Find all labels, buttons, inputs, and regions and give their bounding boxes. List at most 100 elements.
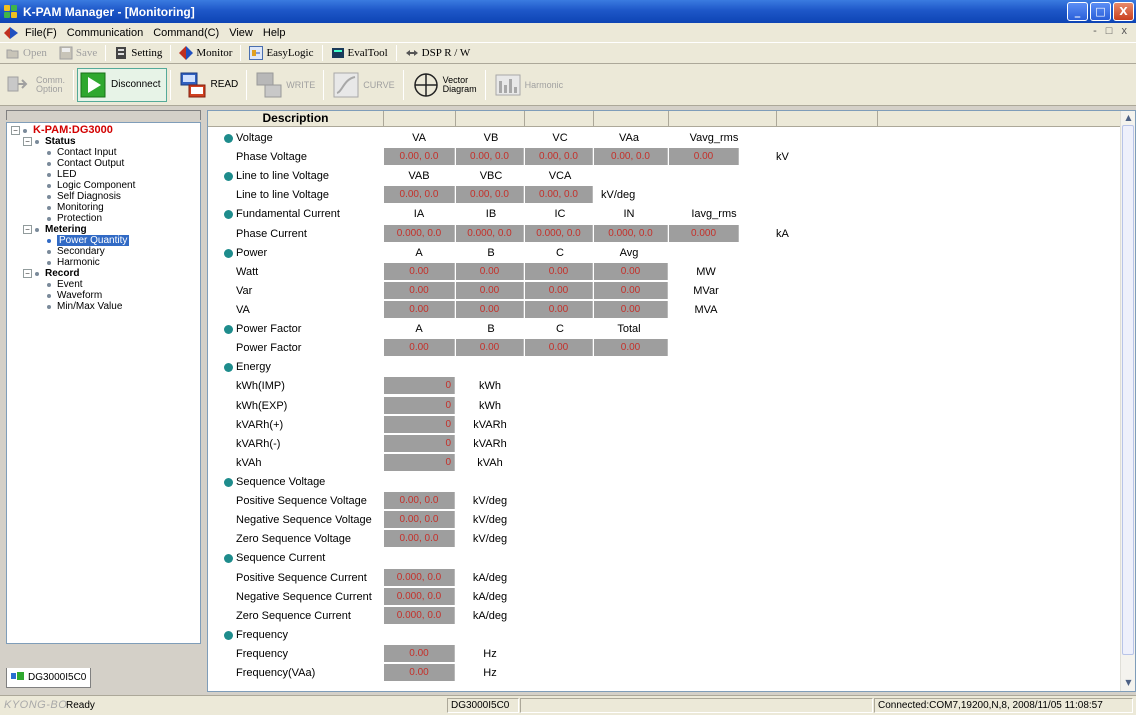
tree-item-led[interactable]: LED — [7, 169, 200, 180]
column-header[interactable] — [456, 111, 525, 127]
value-cell: 0.00 — [456, 339, 524, 357]
column-label: VAB — [408, 170, 430, 183]
easylogic-button[interactable]: EasyLogic — [243, 44, 319, 62]
read-button[interactable]: READ — [174, 68, 243, 102]
value-cell: 0 — [384, 415, 455, 433]
disconnect-button[interactable]: Disconnect — [77, 67, 168, 102]
device-tab[interactable]: DG3000I5C0 — [6, 668, 92, 688]
curve-button[interactable]: CURVE — [327, 68, 399, 102]
tree-group-metering[interactable]: − Metering — [7, 224, 200, 235]
column-header[interactable] — [878, 111, 1122, 127]
column-label: IN — [623, 208, 635, 221]
section-header-voltage: Voltage VA VB VC VAa Vavg_rms — [208, 129, 1108, 148]
value-cell: 0.00, 0.0 — [384, 148, 455, 166]
scrollbar-thumb[interactable] — [1122, 125, 1134, 655]
tree-item-secondary[interactable]: Secondary — [7, 246, 200, 257]
vertical-scrollbar[interactable]: ▲ ▼ — [1120, 111, 1135, 691]
save-button[interactable]: Save — [53, 44, 103, 62]
section-bullet-icon — [224, 134, 233, 143]
vector-diagram-button[interactable]: Vector Diagram — [407, 68, 482, 102]
comm-option-button[interactable]: Comm. Option — [0, 68, 70, 102]
close-button[interactable]: X — [1113, 2, 1134, 21]
tree-item-monitoring[interactable]: Monitoring — [7, 202, 200, 213]
toolbar-separator — [395, 45, 397, 61]
column-header[interactable] — [594, 111, 669, 127]
tree-item-contact-input[interactable]: Contact Input — [7, 147, 200, 158]
disconnect-label: Disconnect — [111, 79, 161, 90]
column-label: VB — [483, 132, 499, 144]
column-header-description[interactable]: Description — [208, 111, 384, 127]
section-header-power-factor: Power Factor A B C Total — [208, 320, 1108, 339]
row-frequency-vaa: Frequency(VAa) 0.00 Hz — [208, 664, 1108, 683]
status-ready: Ready — [66, 700, 95, 711]
tree-root[interactable]: − K-PAM:DG3000 — [7, 125, 200, 136]
scroll-down-icon[interactable]: ▼ — [1123, 677, 1134, 688]
title-bar[interactable]: K-PAM Manager - [Monitoring] _ □ X — [0, 0, 1136, 23]
value-cell: 0 — [384, 377, 455, 395]
tree-item-logic-component[interactable]: Logic Component — [7, 180, 200, 191]
menu-communication[interactable]: Communication — [62, 27, 148, 39]
toolbar-separator — [240, 45, 242, 61]
tree-leaf-icon — [47, 260, 51, 265]
tree-leaf-icon — [47, 150, 51, 155]
write-label: WRITE — [286, 79, 316, 90]
column-header[interactable] — [384, 111, 456, 127]
device-tree[interactable]: − K-PAM:DG3000 − Status Contact Input Co… — [6, 122, 201, 644]
tree-item-label: LED — [57, 169, 77, 180]
value-cell: 0.00, 0.0 — [384, 492, 455, 510]
value-cell: 0.00 — [456, 300, 524, 318]
tree-group-label: Metering — [45, 224, 87, 235]
dsp-rw-label: DSP R / W — [421, 47, 471, 59]
tree-group-status[interactable]: − Status — [7, 136, 200, 147]
tree-item-event[interactable]: Event — [7, 279, 200, 290]
mdi-window-controls[interactable]: - □ x — [1093, 25, 1130, 37]
comm-option-label-2: Option — [36, 83, 63, 94]
menu-file[interactable]: File(F) — [20, 27, 62, 39]
easylogic-icon — [249, 46, 264, 60]
menu-command[interactable]: Command(C) — [148, 27, 224, 39]
collapse-icon[interactable]: − — [23, 137, 32, 146]
unit-label: kV — [776, 151, 789, 164]
column-header[interactable] — [777, 111, 878, 127]
tree-item-contact-output[interactable]: Contact Output — [7, 158, 200, 169]
unit-label: kWh — [479, 399, 501, 412]
tree-item-protection[interactable]: Protection — [7, 213, 200, 224]
menu-help[interactable]: Help — [258, 27, 291, 39]
column-header[interactable] — [525, 111, 594, 127]
column-header[interactable] — [669, 111, 777, 127]
collapse-icon[interactable]: − — [23, 225, 32, 234]
open-button[interactable]: Open — [0, 44, 53, 62]
dsp-rw-button[interactable]: DSP R / W — [399, 44, 477, 62]
tree-item-harmonic[interactable]: Harmonic — [7, 257, 200, 268]
tree-group-record[interactable]: − Record — [7, 268, 200, 279]
collapse-icon[interactable]: − — [23, 269, 32, 278]
monitor-button[interactable]: Monitor — [173, 44, 238, 62]
tree-item-power-quantity[interactable]: Power Quantity — [7, 235, 200, 246]
row-phase-current: Phase Current 0.000, 0.0 0.000, 0.0 0.00… — [208, 224, 1108, 244]
tree-item-self-diagnosis[interactable]: Self Diagnosis — [7, 191, 200, 202]
evaltool-button[interactable]: EvalTool — [325, 44, 394, 62]
harmonic-icon — [494, 71, 522, 99]
section-bullet-icon — [224, 172, 233, 182]
column-label: IC — [554, 208, 566, 221]
harmonic-button[interactable]: Harmonic — [489, 68, 569, 102]
unit-label: MW — [696, 265, 716, 278]
comm-option-icon — [5, 71, 33, 99]
document-icon[interactable] — [2, 26, 20, 40]
collapse-icon[interactable]: − — [11, 126, 20, 135]
menu-view[interactable]: View — [224, 27, 258, 39]
tree-item-waveform[interactable]: Waveform — [7, 290, 200, 301]
section-header-line-voltage: Line to line Voltage VAB VBC VCA — [208, 167, 1108, 186]
maximize-button[interactable]: □ — [1090, 2, 1111, 21]
minimize-button[interactable]: _ — [1067, 2, 1088, 21]
read-icon — [179, 71, 207, 99]
row-negative-sequence-current: Negative Sequence Current 0.000, 0.0 kA/… — [208, 587, 1108, 607]
evaltool-label: EvalTool — [347, 47, 388, 59]
setting-button[interactable]: Setting — [108, 44, 168, 62]
tree-item-min-max-value[interactable]: Min/Max Value — [7, 301, 200, 312]
value-cell: 0.000, 0.0 — [525, 224, 593, 242]
write-button[interactable]: WRITE — [250, 68, 320, 102]
scroll-up-icon[interactable]: ▲ — [1123, 112, 1134, 123]
row-label: kWh(EXP) — [236, 399, 288, 412]
tree-item-label: Event — [57, 279, 83, 290]
